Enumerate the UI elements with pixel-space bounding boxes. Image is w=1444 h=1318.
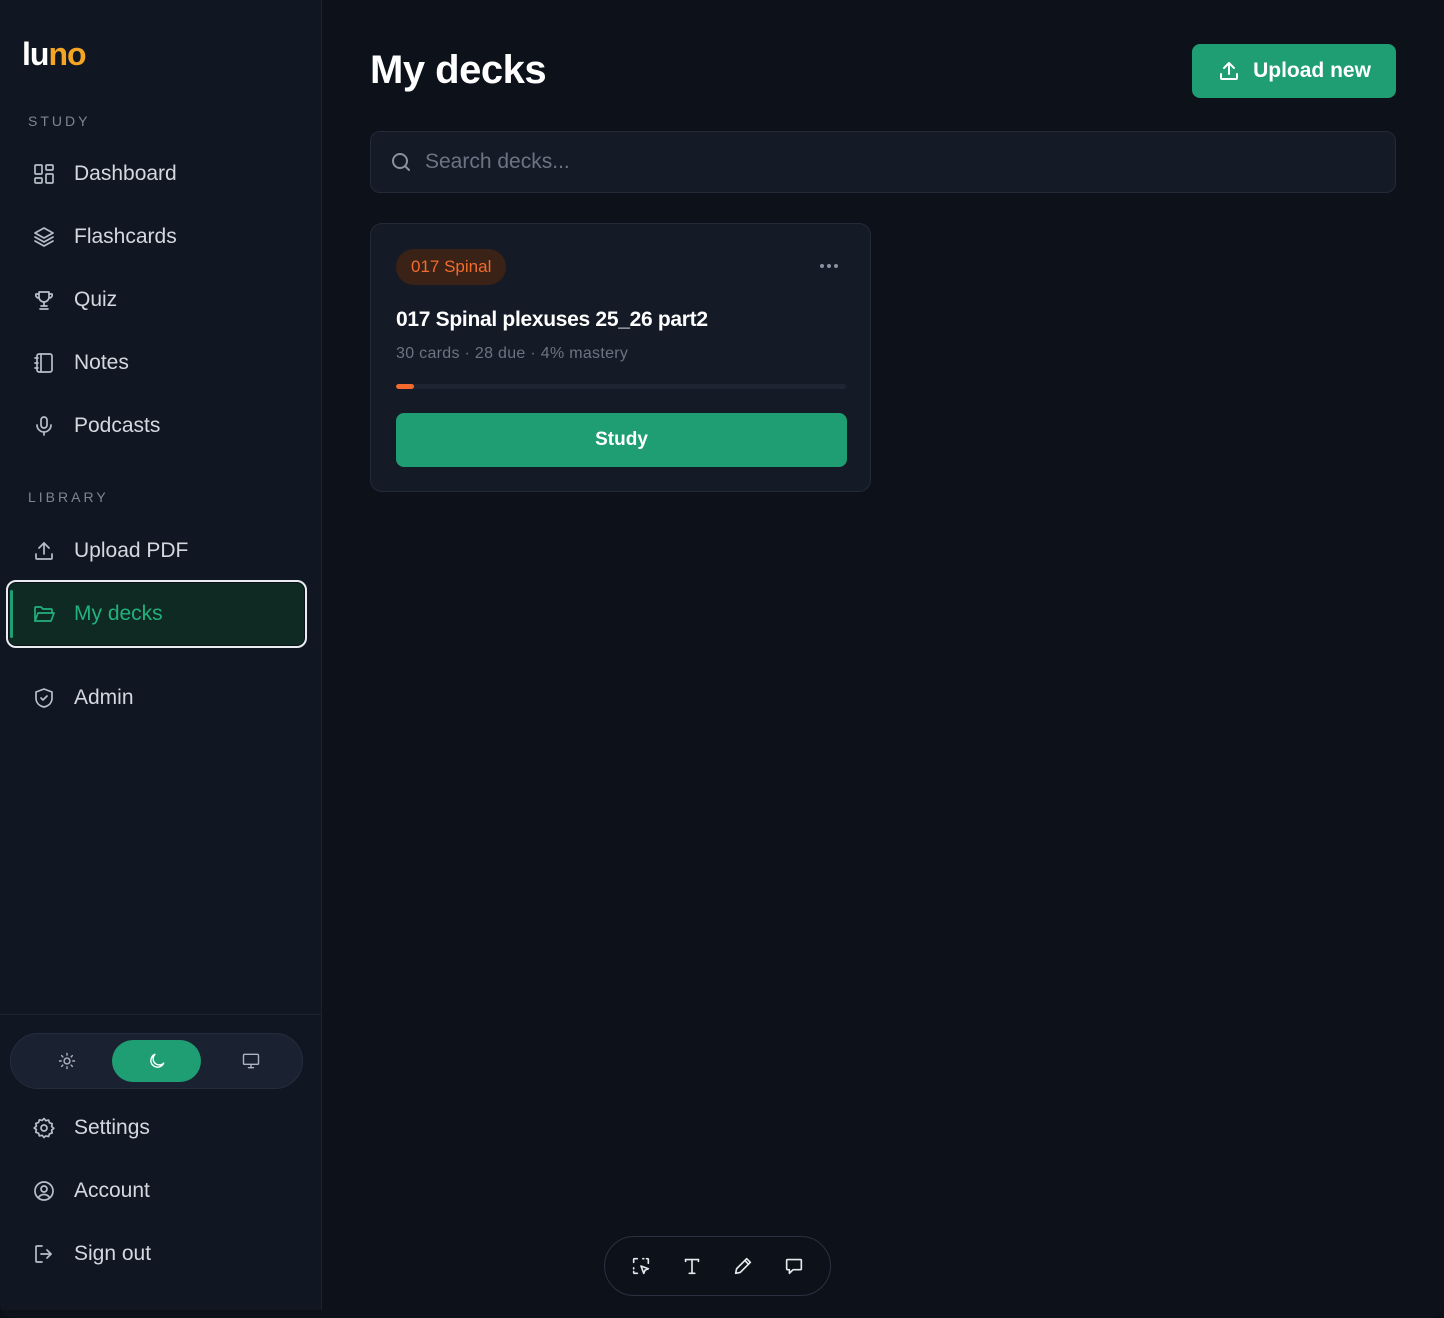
comment-tool-button[interactable] <box>776 1248 812 1284</box>
comment-icon <box>786 1258 803 1275</box>
ellipsis-icon <box>820 264 824 268</box>
sidebar-item-label: Flashcards <box>74 225 177 248</box>
text-icon <box>684 1258 700 1275</box>
user-circle-icon <box>34 1181 54 1201</box>
sidebar-item-quiz[interactable]: Quiz <box>8 269 306 331</box>
theme-system-button[interactable] <box>206 1040 296 1082</box>
page-title: My decks <box>370 48 547 92</box>
sidebar-item-account[interactable]: Account <box>8 1160 306 1222</box>
annotation-toolbar <box>604 1236 831 1296</box>
notebook-icon <box>34 353 53 373</box>
sidebar-item-my-decks[interactable]: My decks <box>6 580 307 648</box>
sidebar-item-label: Sign out <box>74 1242 152 1265</box>
section-label-library: LIBRARY <box>28 489 109 505</box>
sidebar-item-label: Dashboard <box>74 162 177 185</box>
sidebar-item-label: Notes <box>74 351 129 374</box>
sun-icon <box>58 1052 76 1070</box>
study-button[interactable]: Study <box>396 413 847 467</box>
search-input[interactable] <box>425 150 1325 174</box>
dashboard-icon <box>34 164 54 184</box>
section-label-study: STUDY <box>28 113 91 129</box>
sidebar-divider <box>0 1014 321 1015</box>
sidebar-item-admin[interactable]: Admin <box>8 667 306 729</box>
theme-toggle <box>10 1033 303 1089</box>
upload-new-label: Upload new <box>1253 59 1371 82</box>
sidebar-item-label: Account <box>74 1179 150 1202</box>
layers-icon <box>34 227 54 247</box>
sidebar-item-podcasts[interactable]: Podcasts <box>8 395 306 457</box>
upload-new-button[interactable]: Upload new <box>1192 44 1396 98</box>
text-tool-button[interactable] <box>674 1248 710 1284</box>
upload-icon <box>1220 62 1239 80</box>
deck-title: 017 Spinal plexuses 25_26 part2 <box>396 308 708 331</box>
trophy-icon <box>34 291 54 310</box>
sidebar-item-upload-pdf[interactable]: Upload PDF <box>8 520 306 582</box>
sidebar-item-sign-out[interactable]: Sign out <box>8 1223 306 1285</box>
sidebar-item-flashcards[interactable]: Flashcards <box>8 206 306 268</box>
app-window: luno STUDY Dashboard Flashcards Quiz Not… <box>0 0 1444 1318</box>
gear-icon <box>33 1117 55 1139</box>
theme-dark-button[interactable] <box>111 1040 202 1082</box>
moon-icon <box>149 1053 164 1068</box>
sidebar-item-label: Upload PDF <box>74 539 189 562</box>
deck-card[interactable]: 017 Spinal 017 Spinal plexuses 25_26 par… <box>370 223 871 492</box>
sidebar-item-label: Podcasts <box>74 414 161 437</box>
microphone-icon <box>36 416 52 436</box>
search-icon <box>392 153 410 171</box>
deck-meta: 30 cards · 28 due · 4% mastery <box>396 345 629 362</box>
mastery-progress-fill <box>396 384 414 389</box>
sidebar-item-label: Admin <box>74 686 134 709</box>
select-icon <box>632 1257 649 1275</box>
shield-icon <box>35 688 53 708</box>
monitor-icon <box>242 1053 260 1069</box>
pencil-tool-button[interactable] <box>725 1248 761 1284</box>
sidebar-item-label: Quiz <box>74 288 118 311</box>
sidebar-item-notes[interactable]: Notes <box>8 332 306 394</box>
select-tool-button[interactable] <box>623 1248 659 1284</box>
more-options-button[interactable] <box>813 252 845 280</box>
theme-light-button[interactable] <box>22 1040 112 1082</box>
sidebar-item-dashboard[interactable]: Dashboard <box>8 143 306 205</box>
sidebar-item-settings[interactable]: Settings <box>8 1097 306 1159</box>
logo[interactable]: luno <box>22 36 87 73</box>
sidebar-item-label: My decks <box>74 602 163 625</box>
search-bar <box>370 131 1396 193</box>
deck-tag: 017 Spinal <box>396 249 507 285</box>
mastery-progress-bar <box>396 384 846 389</box>
folder-open-icon <box>34 606 55 622</box>
sidebar: luno STUDY Dashboard Flashcards Quiz Not… <box>0 0 322 1310</box>
pencil-icon <box>734 1257 752 1275</box>
upload-icon <box>35 542 53 560</box>
sign-out-icon <box>35 1245 52 1263</box>
sidebar-item-label: Settings <box>74 1116 150 1139</box>
